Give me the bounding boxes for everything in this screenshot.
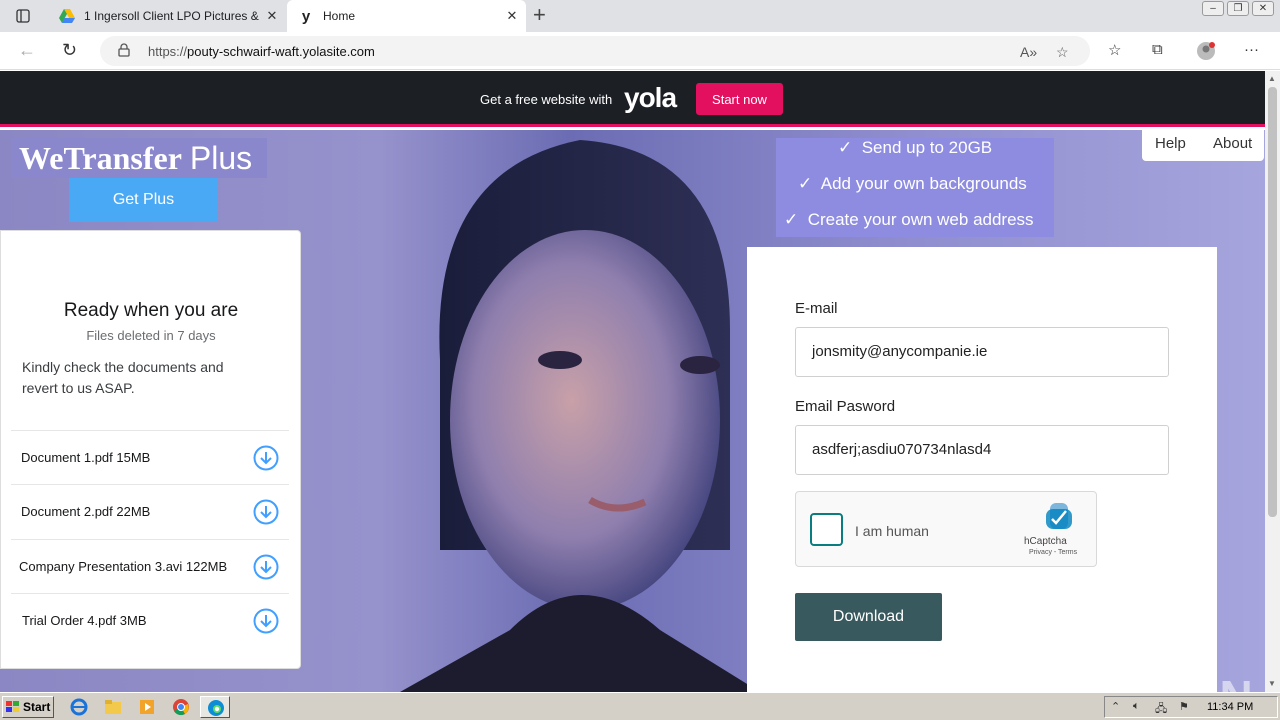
email-label: E-mail	[795, 300, 838, 317]
file-row[interactable]: Document 1.pdf 15MB	[11, 430, 289, 484]
volume-icon[interactable]: 🔈︎	[1133, 700, 1140, 713]
scroll-up-icon[interactable]: ▲	[1268, 74, 1276, 83]
minimize-icon[interactable]: –	[1202, 1, 1224, 16]
yola-logo[interactable]: yola	[624, 82, 677, 114]
scroll-down-icon[interactable]: ▼	[1268, 679, 1276, 688]
media-player-icon[interactable]	[138, 698, 156, 716]
tab-title: 1 Ingersoll Client LPO Pictures &	[84, 9, 259, 23]
yola-promo-text: Get a free website with	[480, 92, 613, 107]
network-icon[interactable]: 🖧︎	[1155, 700, 1167, 719]
ie-icon[interactable]	[70, 698, 88, 716]
download-circle-icon[interactable]	[253, 554, 279, 580]
google-drive-icon	[59, 8, 75, 24]
wetransfer-logo: WeTransfer Plus	[11, 138, 267, 178]
feature-item: ✓ Send up to 20GB	[838, 138, 993, 157]
password-label: Email Pasword	[795, 398, 896, 415]
portrait-image	[400, 140, 760, 692]
card-title: Ready when you are	[63, 300, 239, 321]
download-button[interactable]: Download	[795, 593, 942, 641]
file-name: Trial Order 4.pdf 3MB	[22, 613, 147, 628]
hero-section: WeTransfer Plus Get Plus ✓ Send up to 20…	[0, 130, 1265, 692]
action-center-icon[interactable]: ⚑	[1179, 700, 1189, 713]
refresh-icon[interactable]: ↻	[62, 40, 77, 61]
feature-item: ✓ Add your own backgrounds	[798, 174, 1027, 193]
address-bar[interactable]: https://pouty-schwairf-waft.yolasite.com…	[100, 36, 1090, 66]
download-circle-icon[interactable]	[253, 445, 279, 471]
url-text: https://pouty-schwairf-waft.yolasite.com	[148, 44, 375, 59]
features-box: ✓ Send up to 20GB ✓ Add your own backgro…	[776, 138, 1054, 237]
anyrun-watermark: ANY RUN	[1038, 670, 1254, 692]
captcha-terms-link[interactable]: Privacy - Terms	[1029, 549, 1077, 556]
captcha-brand: hCaptcha	[1024, 536, 1067, 547]
tab-ingersoll[interactable]: 1 Ingersoll Client LPO Pictures & ✕	[48, 0, 286, 32]
read-aloud-icon[interactable]: A»	[1020, 44, 1037, 60]
top-nav: Help About	[1142, 130, 1264, 161]
collections-icon[interactable]: ⧉	[1152, 41, 1163, 58]
download-circle-icon[interactable]	[253, 499, 279, 525]
windows-logo-icon	[6, 701, 19, 712]
close-window-icon[interactable]: ✕	[1252, 1, 1274, 16]
edge-taskbar-button[interactable]	[200, 696, 230, 718]
yola-icon: y	[301, 7, 311, 25]
get-plus-button[interactable]: Get Plus	[69, 178, 218, 222]
new-tab-icon[interactable]: +	[533, 3, 546, 27]
back-icon[interactable]: ←	[18, 40, 36, 61]
hcaptcha-widget: I am human hCaptcha Privacy - Terms	[795, 491, 1097, 567]
transfer-card: Ready when you are Files deleted in 7 da…	[0, 230, 301, 669]
file-name: Document 1.pdf 15MB	[21, 450, 151, 465]
restore-icon[interactable]: ❐	[1227, 1, 1249, 16]
system-tray: ⌃ 🔈︎ 🖧︎ ⚑ 11:34 PM	[1104, 696, 1278, 718]
help-link[interactable]: Help	[1155, 135, 1186, 152]
favorites-icon[interactable]: ☆	[1108, 41, 1121, 59]
file-row[interactable]: Company Presentation 3.avi 122MB	[11, 539, 289, 593]
clock: 11:34 PM	[1207, 701, 1254, 713]
lock-icon[interactable]	[118, 43, 130, 62]
scrollbar-thumb[interactable]	[1268, 87, 1277, 517]
windows-taskbar: Start ⌃ 🔈︎ 🖧︎ ⚑ 11:34 PM	[0, 692, 1280, 720]
browser-toolbar: ← ↻ https://pouty-schwairf-waft.yolasite…	[0, 32, 1280, 70]
file-name: Company Presentation 3.avi 122MB	[19, 559, 228, 574]
start-button[interactable]: Start	[2, 696, 54, 718]
email-field[interactable]: jonsmity@anycompanie.ie	[795, 327, 1169, 377]
edge-icon	[208, 700, 224, 716]
profile-avatar-icon[interactable]	[1196, 41, 1216, 65]
chrome-icon[interactable]	[172, 698, 190, 716]
file-name: Document 2.pdf 22MB	[21, 504, 151, 519]
captcha-checkbox[interactable]	[810, 513, 843, 546]
tray-expand-icon[interactable]: ⌃	[1111, 700, 1120, 713]
hcaptcha-logo-icon	[1046, 503, 1072, 529]
window-controls: – ❐ ✕	[1202, 1, 1274, 16]
tab-actions-icon[interactable]	[10, 6, 36, 26]
more-menu-icon[interactable]: ···	[1244, 41, 1259, 58]
about-link[interactable]: About	[1213, 135, 1252, 152]
password-field[interactable]: asdferj;asdiu070734nlasd4	[795, 425, 1169, 475]
card-subtitle: Files deleted in 7 days	[86, 328, 216, 343]
yola-promo-bar: Get a free website with yola Start now	[0, 71, 1265, 127]
file-row[interactable]: Trial Order 4.pdf 3MB	[11, 593, 289, 647]
captcha-label: I am human	[855, 523, 929, 539]
start-now-button[interactable]: Start now	[696, 83, 783, 115]
close-tab-icon[interactable]: ✕	[262, 8, 282, 24]
page-scrollbar[interactable]: ▲ ▼	[1265, 71, 1280, 692]
download-circle-icon[interactable]	[253, 608, 279, 634]
card-message: Kindly check the documents and revert to…	[22, 359, 224, 396]
add-favorite-icon[interactable]: ☆	[1056, 44, 1069, 61]
tab-home[interactable]: y Home ✕	[287, 0, 526, 32]
browser-tab-bar: 1 Ingersoll Client LPO Pictures & ✕ y Ho…	[0, 0, 1280, 32]
folder-icon[interactable]	[104, 698, 122, 716]
feature-item: ✓ Create your own web address	[784, 210, 1034, 229]
tab-title: Home	[323, 9, 356, 23]
close-tab-icon[interactable]: ✕	[502, 8, 522, 24]
file-row[interactable]: Document 2.pdf 22MB	[11, 484, 289, 538]
web-page: Get a free website with yola Start now W…	[0, 71, 1265, 692]
login-form: E-mail jonsmity@anycompanie.ie Email Pas…	[747, 247, 1217, 692]
